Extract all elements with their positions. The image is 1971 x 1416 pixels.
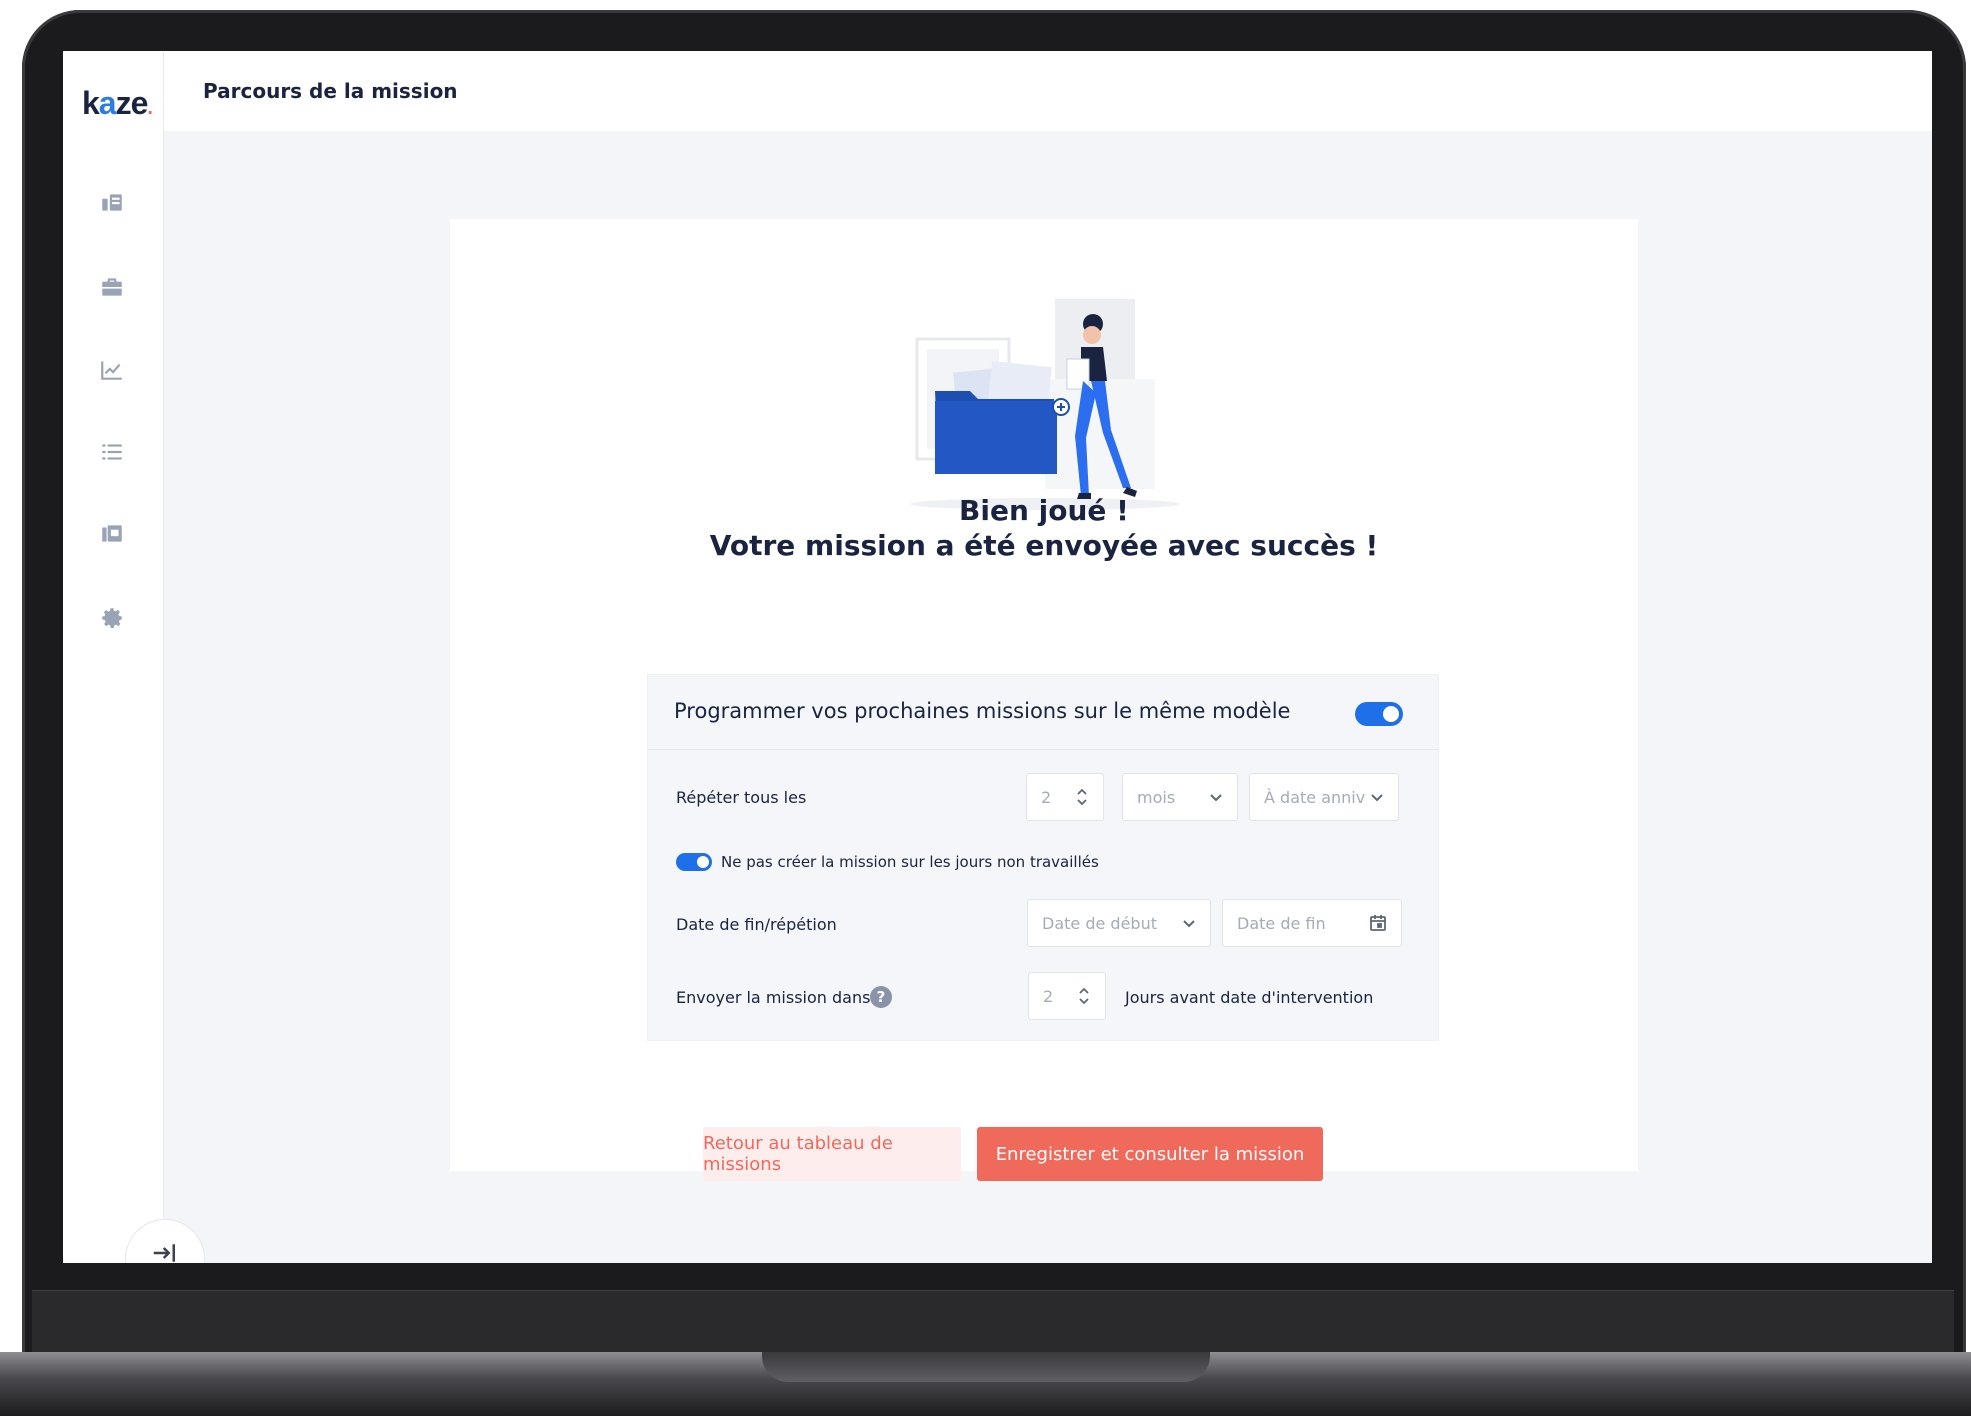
chevron-down-icon bbox=[1210, 794, 1222, 802]
save-and-view-button[interactable]: Enregistrer et consulter la mission bbox=[977, 1127, 1323, 1181]
help-icon[interactable]: ? bbox=[870, 986, 892, 1008]
calendar-icon[interactable] bbox=[1369, 914, 1387, 932]
chart-icon[interactable] bbox=[99, 357, 125, 383]
schedule-header-label: Programmer vos prochaines missions sur l… bbox=[674, 699, 1291, 723]
skip-nonworking-toggle[interactable] bbox=[676, 853, 712, 871]
kaze-logo[interactable]: kaze. bbox=[82, 85, 153, 122]
chevron-down-icon bbox=[1371, 794, 1383, 802]
start-date-select[interactable]: Date de début bbox=[1027, 899, 1211, 947]
repeat-label: Répéter tous les bbox=[676, 788, 807, 807]
success-heading: Bien joué ! bbox=[959, 494, 1129, 527]
logout-icon bbox=[153, 1244, 175, 1262]
list-icon[interactable] bbox=[99, 439, 125, 465]
chevron-down-icon bbox=[1183, 920, 1195, 928]
page-title: Parcours de la mission bbox=[203, 79, 458, 103]
gallery-icon[interactable] bbox=[99, 521, 125, 547]
top-bar: Parcours de la mission bbox=[164, 51, 1932, 131]
success-message: Votre mission a été envoyée avec succès … bbox=[709, 529, 1379, 562]
end-date-label: Date de fin/répétion bbox=[676, 915, 837, 934]
repeat-count-stepper[interactable]: 2 bbox=[1026, 773, 1104, 821]
send-label: Envoyer la mission dans bbox=[676, 988, 871, 1007]
stepper-arrows-icon[interactable] bbox=[1075, 786, 1089, 808]
folder-illustration bbox=[910, 289, 1180, 510]
laptop-bezel bbox=[32, 1290, 1954, 1352]
schedule-toggle[interactable] bbox=[1355, 702, 1403, 726]
skip-nonworking-label: Ne pas créer la mission sur les jours no… bbox=[721, 853, 1099, 871]
stepper-arrows-icon[interactable] bbox=[1077, 985, 1091, 1007]
dashboard-icon[interactable] bbox=[99, 189, 125, 215]
success-card: Bien joué ! Votre mission a été envoyée … bbox=[450, 219, 1638, 1181]
laptop-notch bbox=[762, 1352, 1210, 1382]
back-to-missions-button[interactable]: Retour au tableau de missions bbox=[703, 1127, 961, 1181]
app-screen: kaze. Parcours de la mission Bien joué !… bbox=[63, 51, 1932, 1263]
send-suffix: Jours avant date d'intervention bbox=[1125, 988, 1374, 1007]
repeat-unit-select[interactable]: mois bbox=[1122, 773, 1238, 821]
gear-icon[interactable] bbox=[99, 605, 125, 631]
briefcase-icon[interactable] bbox=[99, 274, 125, 300]
schedule-panel: Programmer vos prochaines missions sur l… bbox=[647, 674, 1439, 1041]
end-date-input[interactable]: Date de fin bbox=[1222, 899, 1402, 947]
sidebar: kaze. bbox=[63, 51, 164, 1263]
schedule-header: Programmer vos prochaines missions sur l… bbox=[648, 675, 1438, 750]
repeat-mode-select[interactable]: À date anniv bbox=[1249, 773, 1399, 821]
send-days-stepper[interactable]: 2 bbox=[1028, 972, 1106, 1020]
